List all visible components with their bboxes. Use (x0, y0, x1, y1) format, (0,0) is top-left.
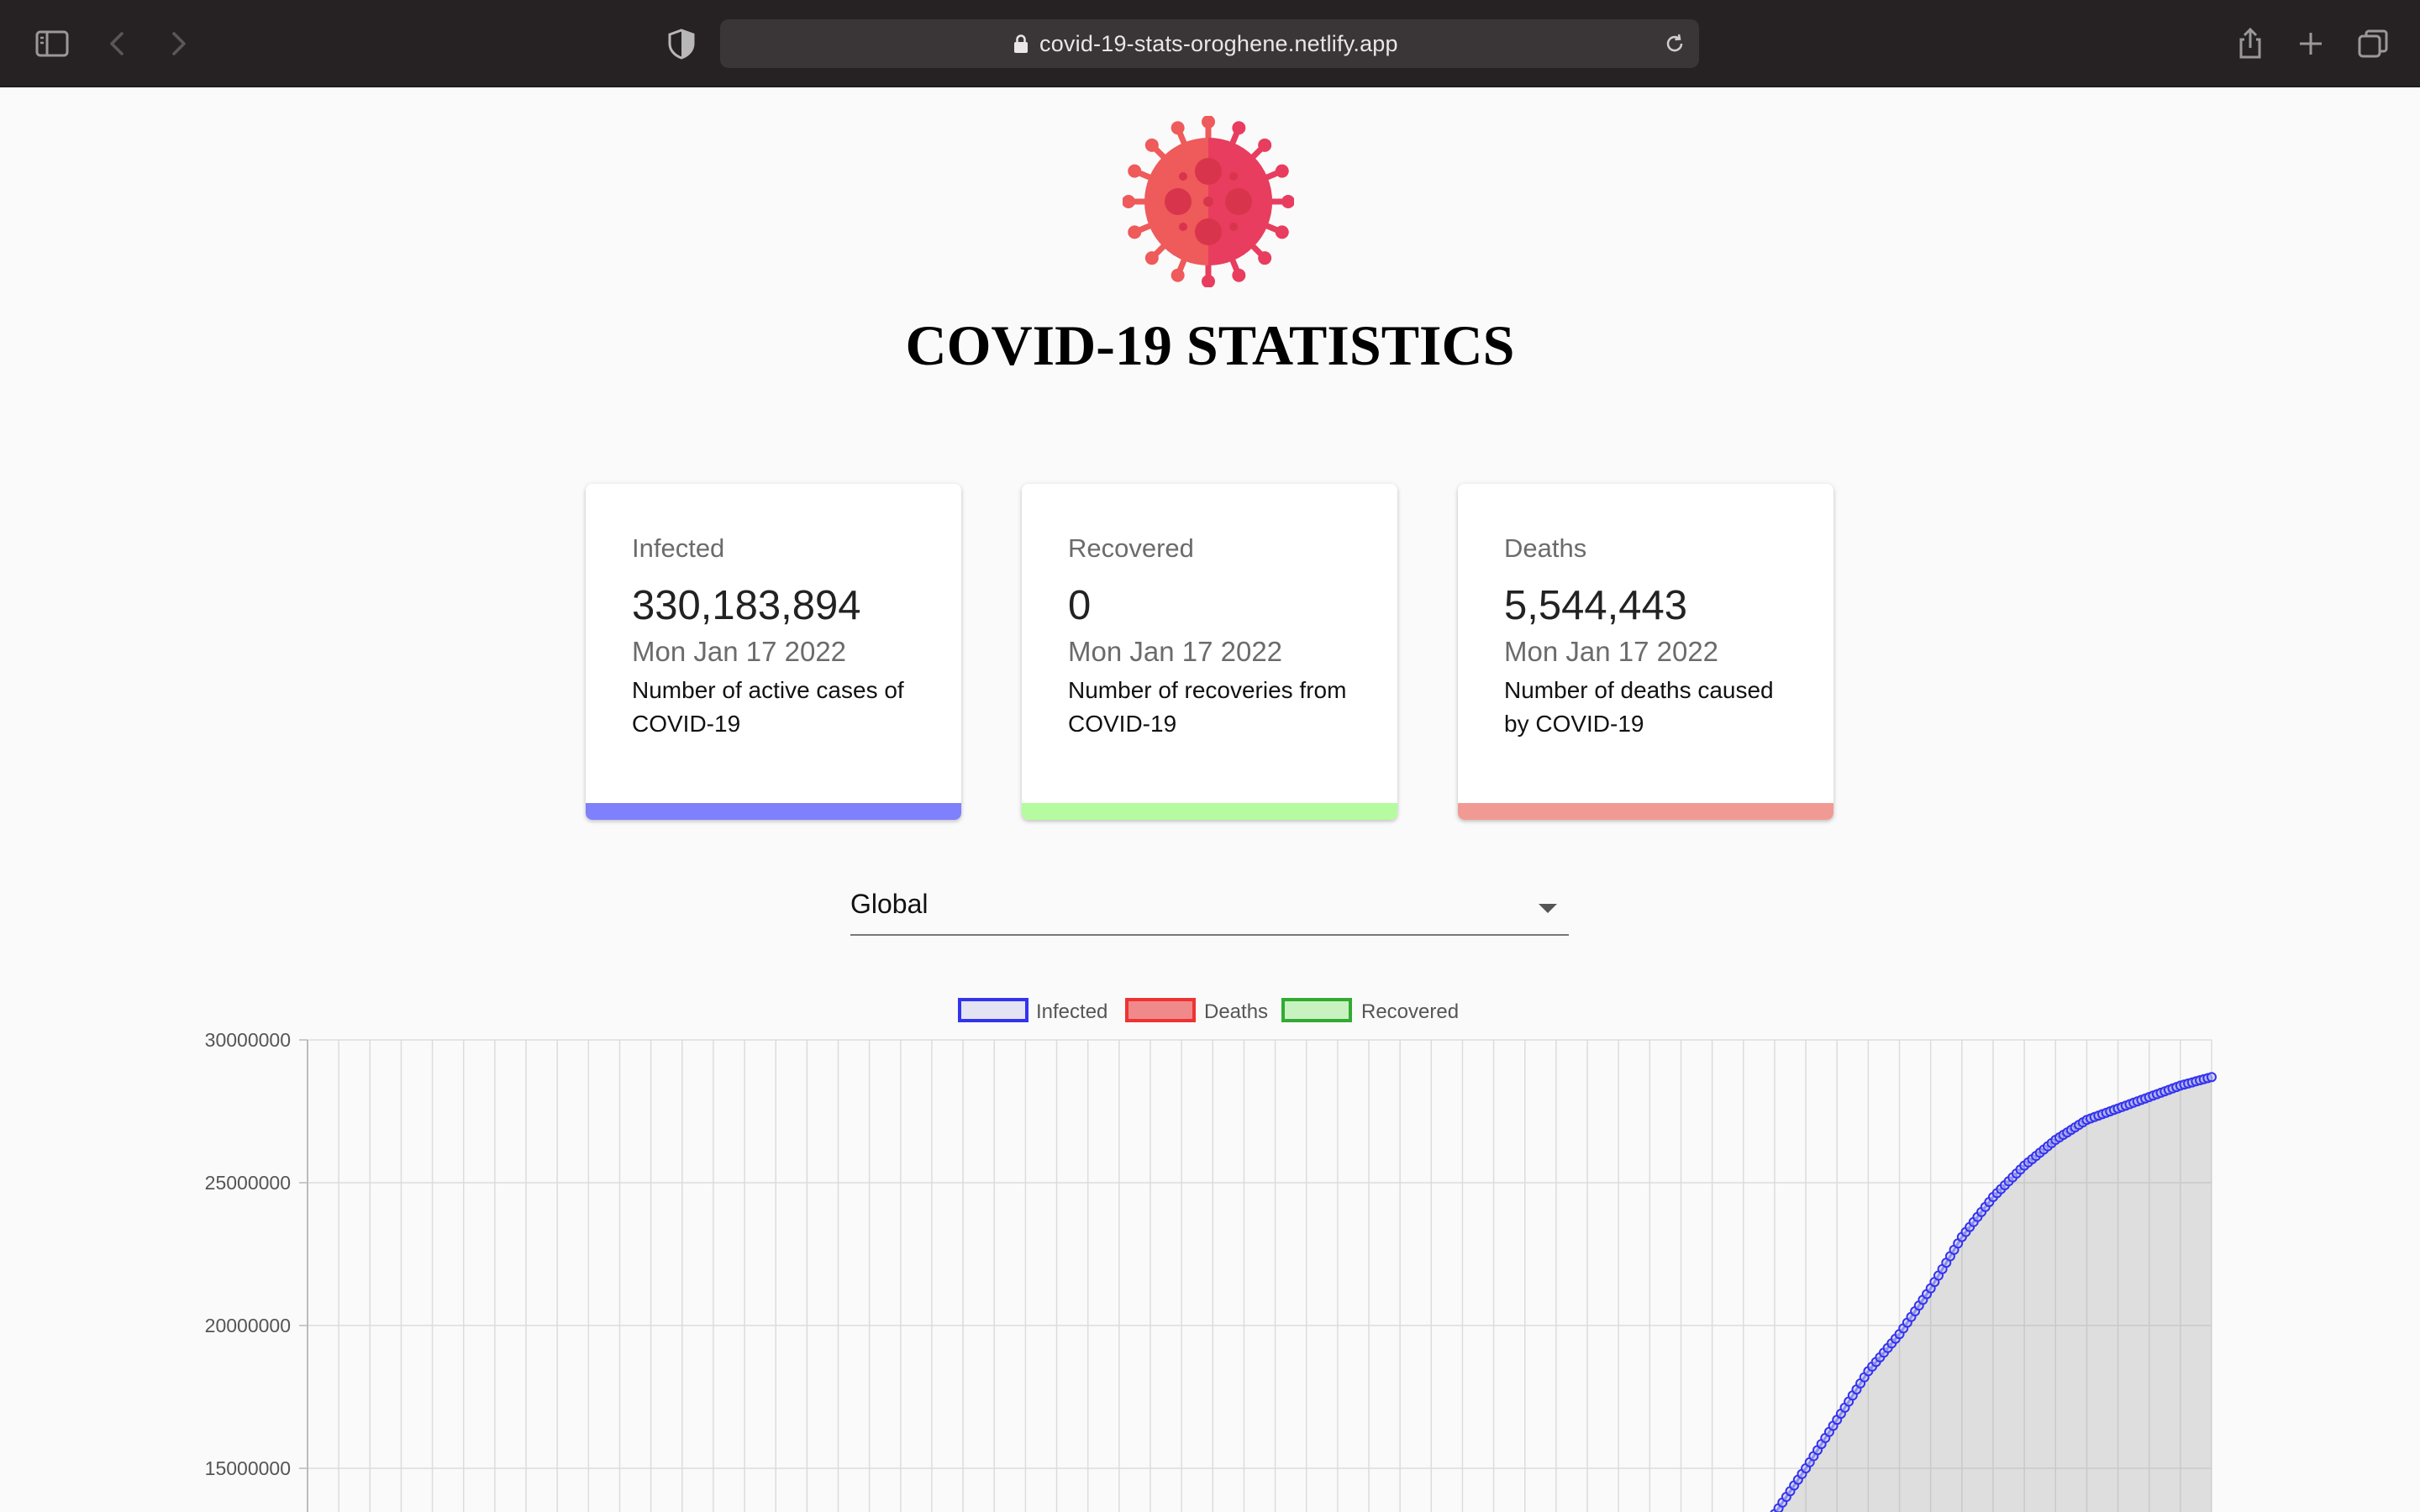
page-title: COVID-19 STATISTICS (905, 313, 1515, 377)
card-date: Mon Jan 17 2022 (1504, 636, 1719, 667)
legend-swatch-infected (958, 998, 1028, 1022)
card-description: Number of recoveries from COVID-19 (1068, 677, 1347, 737)
card-description: Number of deaths caused by COVID-19 (1504, 677, 1774, 737)
legend-swatch-recovered (1281, 998, 1352, 1022)
url-text: covid-19-stats-oroghene.netlify.app (1039, 31, 1398, 56)
y-tick-label: 15000000 (205, 1457, 291, 1479)
sidebar-toggle-icon[interactable] (34, 25, 71, 62)
chart-y-axis: 30000000 25000000 20000000 15000000 (205, 1029, 308, 1512)
country-select[interactable]: Global (850, 874, 1569, 936)
legend-label-infected: Infected (1036, 1000, 1107, 1023)
y-tick-label: 20000000 (205, 1315, 291, 1336)
card-value: 0 (1068, 583, 1092, 628)
card-value: 5,544,443 (1504, 583, 1687, 628)
card-date: Mon Jan 17 2022 (1068, 636, 1283, 667)
y-tick-label: 25000000 (205, 1172, 291, 1194)
tab-overview-icon[interactable] (2354, 25, 2391, 62)
legend-label-deaths: Deaths (1204, 1000, 1268, 1023)
infected-point (2207, 1072, 2217, 1083)
back-arrow-icon[interactable] (99, 25, 136, 62)
card-value: 330,183,894 (632, 583, 861, 628)
forward-arrow-icon[interactable] (160, 25, 197, 62)
dropdown-arrow-icon[interactable] (1539, 904, 1557, 913)
reload-icon[interactable] (1662, 31, 1687, 56)
legend-swatch-deaths (1125, 998, 1196, 1022)
card-label: Infected (632, 533, 725, 563)
y-tick-label: 30000000 (205, 1029, 291, 1051)
legend-label-recovered: Recovered (1361, 1000, 1459, 1023)
card-description: Number of active cases of COVID-19 (632, 677, 904, 737)
recovered-card: Recovered 0 Mon Jan 17 2022 Number of re… (1022, 484, 1397, 820)
share-icon[interactable] (2232, 25, 2269, 62)
card-color-bar (1458, 803, 1833, 820)
country-select-value: Global (850, 889, 929, 919)
browser-toolbar: covid-19-stats-oroghene.netlify.app (0, 0, 2420, 87)
privacy-shield-icon[interactable] (663, 25, 700, 62)
virus-logo-icon (1123, 116, 1294, 287)
chart-legend: Infected Deaths Recovered (958, 998, 1459, 1023)
card-color-bar (586, 803, 961, 820)
address-bar[interactable]: covid-19-stats-oroghene.netlify.app (720, 19, 1699, 68)
lock-icon (1014, 34, 1028, 53)
infected-card: Infected 330,183,894 Mon Jan 17 2022 Num… (586, 484, 961, 820)
card-date: Mon Jan 17 2022 (632, 636, 847, 667)
card-label: Recovered (1068, 533, 1194, 563)
covid-line-chart: Infected Deaths Recovered 30000000 25000000… (205, 998, 2217, 1512)
deaths-card: Deaths 5,544,443 Mon Jan 17 2022 Number … (1458, 484, 1833, 820)
card-color-bar (1022, 803, 1397, 820)
new-tab-plus-icon[interactable] (2292, 25, 2329, 62)
card-label: Deaths (1504, 533, 1587, 563)
